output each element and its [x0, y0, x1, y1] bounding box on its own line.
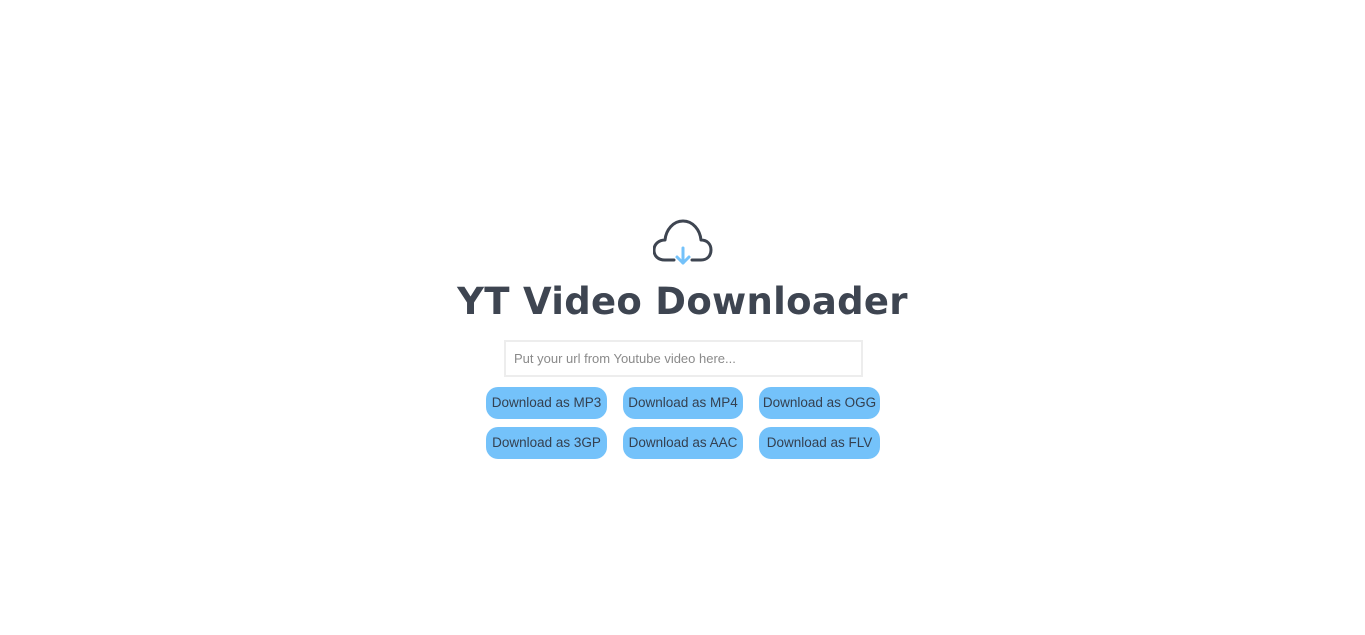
page: YT Video Downloader Download as MP3 Down…	[0, 0, 1365, 635]
download-aac-button[interactable]: Download as AAC	[623, 427, 743, 459]
url-input[interactable]	[504, 340, 863, 377]
download-ogg-button[interactable]: Download as OGG	[759, 387, 880, 419]
download-3gp-button[interactable]: Download as 3GP	[486, 427, 607, 459]
download-mp4-button[interactable]: Download as MP4	[623, 387, 743, 419]
download-mp3-button[interactable]: Download as MP3	[486, 387, 607, 419]
download-flv-button[interactable]: Download as FLV	[759, 427, 880, 459]
page-title: YT Video Downloader	[457, 280, 908, 323]
cloud-download-icon	[653, 218, 713, 268]
